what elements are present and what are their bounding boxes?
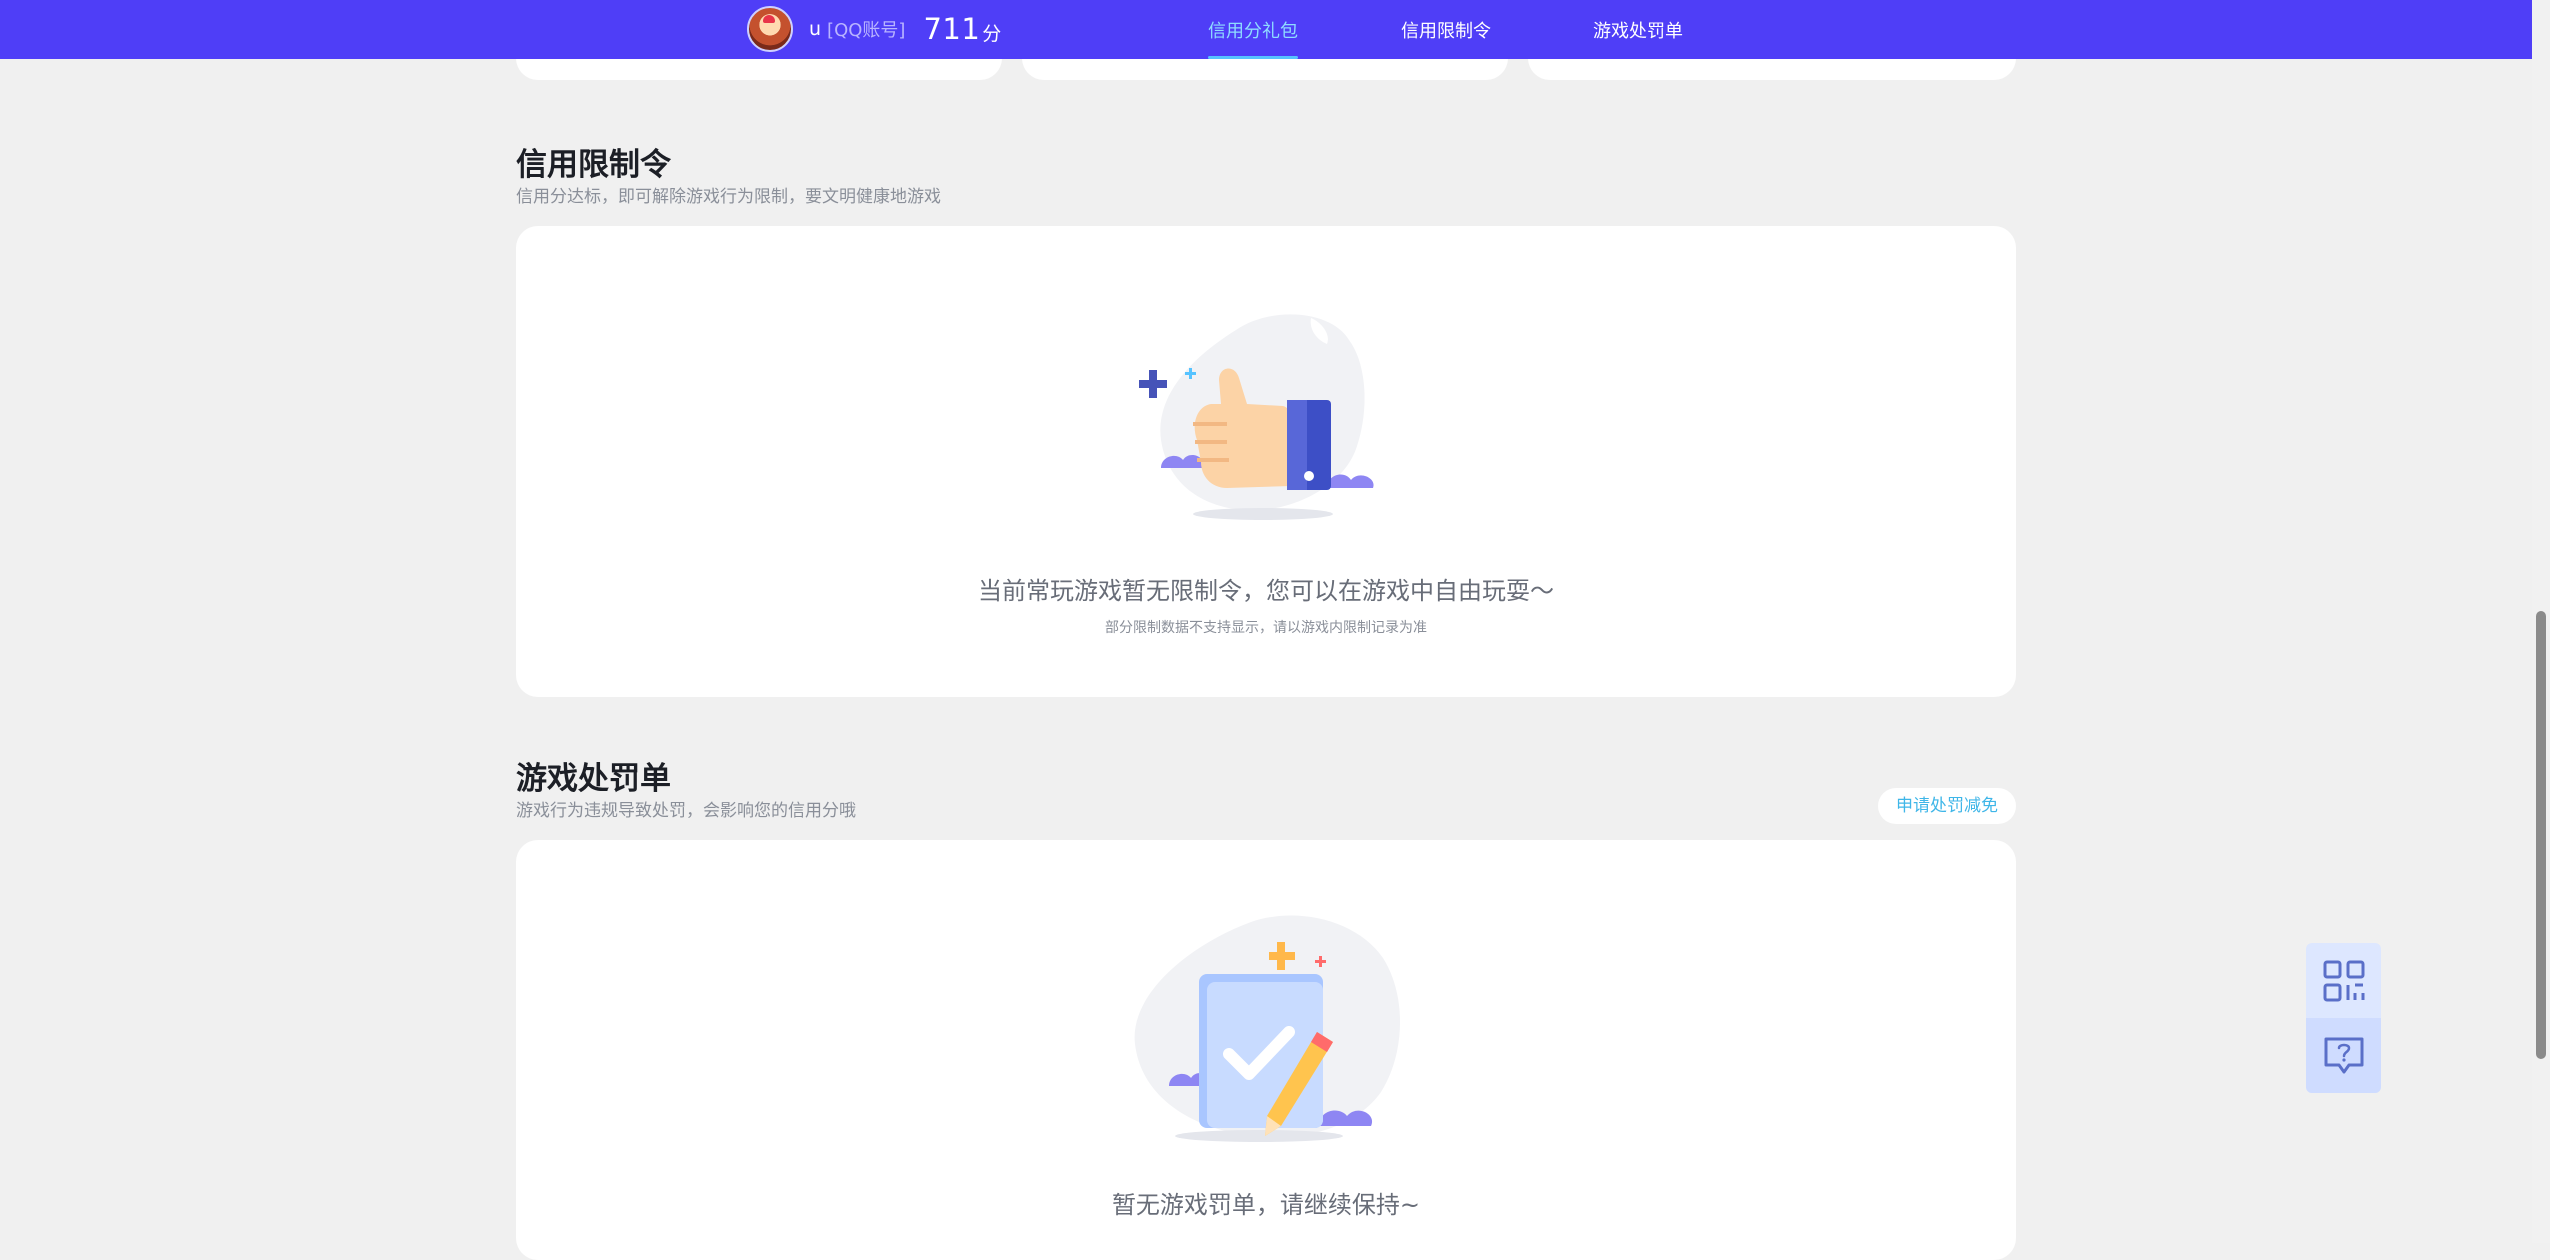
penalty-empty-title: 暂无游戏罚单，请继续保持~ bbox=[1111, 1191, 1421, 1219]
help-chat-icon bbox=[2324, 1037, 2363, 1073]
user-info: u [QQ账号] 711 分 bbox=[747, 6, 1001, 52]
help-button[interactable] bbox=[2306, 1018, 2381, 1093]
restriction-empty-title: 当前常玩游戏暂无限制令，您可以在游戏中自由玩耍～ bbox=[978, 577, 1554, 605]
tab-credit-restriction[interactable]: 信用限制令 bbox=[1401, 17, 1491, 59]
document-check-illustration bbox=[1134, 915, 1401, 1142]
qr-code-button[interactable] bbox=[2306, 943, 2381, 1018]
account-type: [QQ账号] bbox=[827, 20, 906, 41]
top-nav-bar: u [QQ账号] 711 分 信用分礼包 信用限制令 游戏处罚单 bbox=[0, 0, 2532, 59]
floating-tools bbox=[2306, 943, 2381, 1093]
avatar[interactable] bbox=[747, 6, 793, 52]
user-name: u bbox=[809, 18, 822, 40]
scrollbar-thumb[interactable] bbox=[2536, 611, 2546, 1059]
active-tab-underline bbox=[1208, 56, 1298, 59]
tab-game-penalty[interactable]: 游戏处罚单 bbox=[1593, 17, 1683, 59]
restriction-empty-note: 部分限制数据不支持显示，请以游戏内限制记录为准 bbox=[1105, 620, 1427, 636]
restriction-section-subtitle: 信用分达标，即可解除游戏行为限制，要文明健康地游戏 bbox=[516, 187, 941, 207]
tab-label: 游戏处罚单 bbox=[1593, 21, 1683, 42]
restriction-section-title: 信用限制令 bbox=[516, 147, 671, 183]
tab-label: 信用限制令 bbox=[1401, 21, 1491, 42]
credit-score-unit: 分 bbox=[982, 22, 1002, 45]
tab-credit-gift[interactable]: 信用分礼包 bbox=[1208, 17, 1298, 59]
restriction-card: 当前常玩游戏暂无限制令，您可以在游戏中自由玩耍～ 部分限制数据不支持显示，请以游… bbox=[516, 226, 2016, 697]
qr-code-icon bbox=[2323, 960, 2364, 1001]
penalty-card: 暂无游戏罚单，请继续保持~ bbox=[516, 840, 2016, 1260]
credit-score: 711 bbox=[923, 12, 981, 46]
thumbs-up-illustration bbox=[1139, 314, 1374, 520]
penalty-section-title: 游戏处罚单 bbox=[516, 761, 671, 797]
apply-penalty-reduction-button[interactable]: 申请处罚减免 bbox=[1878, 788, 2016, 824]
penalty-section-subtitle: 游戏行为违规导致处罚，会影响您的信用分哦 bbox=[516, 801, 856, 821]
tab-label: 信用分礼包 bbox=[1208, 21, 1298, 42]
